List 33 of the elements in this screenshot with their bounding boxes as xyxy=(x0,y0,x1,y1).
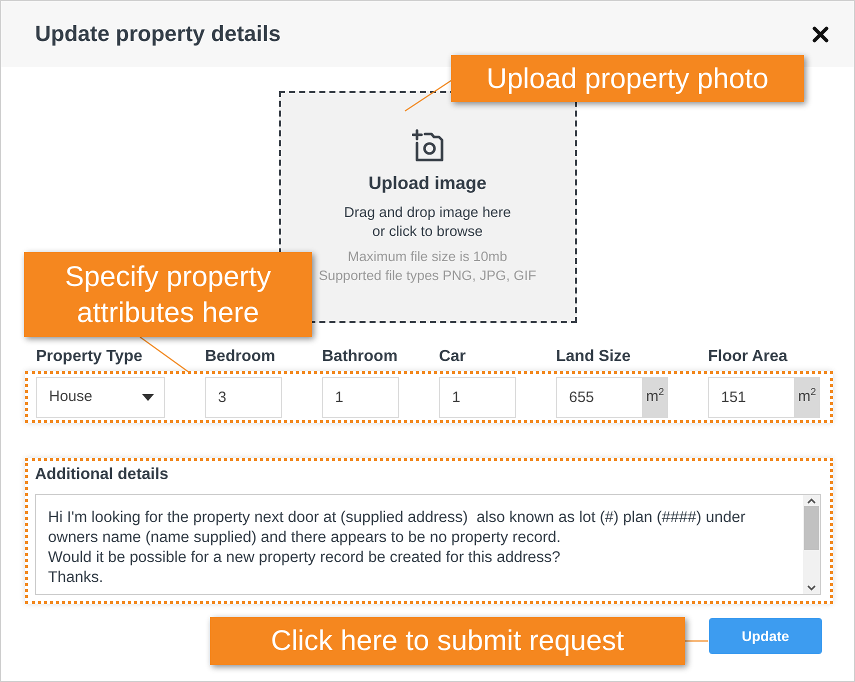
details-textarea[interactable]: Hi I'm looking for the property next door at (supplied address) also known as lot (#) plan (####) under owners name (name supplied) and there appears to be no property record. Would it be possible for a new property record be created for this address? Thanks. xyxy=(35,494,821,595)
text-input[interactable]: 3 xyxy=(205,377,282,418)
file-size-limit: Maximum file size is 10mb xyxy=(348,248,508,266)
chevron-up-icon[interactable] xyxy=(807,498,816,504)
unit-label: m$^{2}$ xyxy=(642,377,668,418)
callout-label: Click here to submit request xyxy=(210,617,685,665)
leader-line xyxy=(404,79,452,112)
field-label: Land Size xyxy=(556,348,632,366)
close-icon[interactable] xyxy=(812,26,829,42)
text-input[interactable]: 655 xyxy=(556,377,642,418)
upload-instructions: Drag and drop image here or click to browse xyxy=(344,204,511,242)
scrollbar[interactable] xyxy=(803,495,820,594)
unit-label: m$^{2}$ xyxy=(794,377,820,418)
field-label: Property Type xyxy=(36,348,144,366)
leader-line xyxy=(685,640,708,642)
field-label: Additional details xyxy=(35,465,170,485)
text-input[interactable]: 151 xyxy=(708,377,794,418)
field-label: Bedroom xyxy=(205,348,276,366)
text-input[interactable]: 1 xyxy=(322,377,399,418)
callout-label: Upload property photo xyxy=(451,55,804,102)
text-input[interactable]: 1 xyxy=(439,377,516,418)
callout-label: Specify property attributes here xyxy=(24,252,312,337)
file-types-note: Supported file types PNG, JPG, GIF xyxy=(318,267,536,285)
field-label: Bathroom xyxy=(322,348,399,366)
camera-plus-icon xyxy=(412,129,444,162)
upload-title: Upload image xyxy=(368,172,487,195)
chevron-down-icon[interactable] xyxy=(807,585,816,591)
scroll-thumb[interactable] xyxy=(804,506,819,550)
dialog-title: Update property details xyxy=(35,20,281,48)
field-label: Car xyxy=(439,348,467,366)
dropdown-select[interactable]: House xyxy=(36,377,165,418)
caret-icon xyxy=(142,394,154,401)
field-label: Floor Area xyxy=(708,348,788,366)
